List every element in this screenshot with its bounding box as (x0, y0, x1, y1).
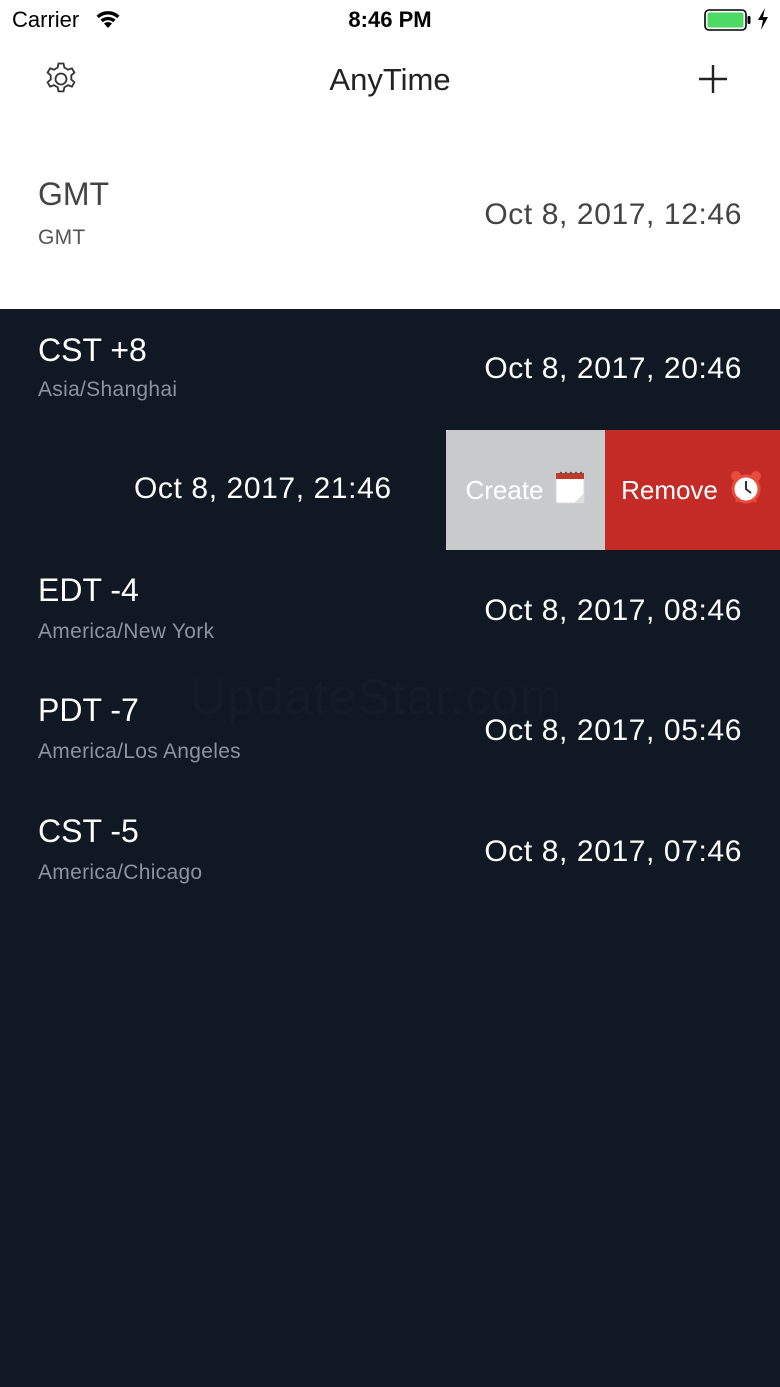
navigation-bar: AnyTime (0, 48, 780, 112)
notepad-icon (554, 469, 586, 512)
timezone-abbreviation: CST +8 (38, 332, 147, 368)
timezone-time: Oct 8, 2017, 12:46 (484, 198, 742, 231)
timezone-time: Oct 8, 2017, 21:46 (134, 472, 392, 505)
timezone-name: America/New York (38, 620, 215, 643)
create-button[interactable]: Create (446, 430, 605, 550)
page-title: AnyTime (329, 62, 451, 97)
status-clock: 8:46 PM (348, 7, 432, 32)
swiped-timezone-row[interactable]: Oct 8, 2017, 21:46 Create Remove (0, 430, 780, 550)
timezone-name: GMT (38, 226, 86, 249)
timezone-name: America/Los Angeles (38, 740, 241, 763)
timezone-time: Oct 8, 2017, 20:46 (484, 352, 742, 385)
timezone-name: Asia/Shanghai (38, 378, 178, 401)
timezone-abbreviation: PDT -7 (38, 692, 139, 728)
charging-bolt-icon (756, 7, 770, 36)
timezone-time: Oct 8, 2017, 08:46 (484, 594, 742, 627)
timezone-abbreviation: CST -5 (38, 813, 139, 849)
alarm-clock-icon (728, 469, 764, 512)
timezone-time: Oct 8, 2017, 07:46 (484, 835, 742, 868)
timezone-row[interactable]: PDT -7 America/Los Angeles Oct 8, 2017, … (0, 670, 780, 790)
timezone-abbreviation: EDT -4 (38, 572, 139, 608)
battery-icon (704, 9, 752, 36)
header-area: Carrier 8:46 PM AnyTime GMT GMT Oct 8, 2… (0, 0, 780, 309)
timezone-name: America/Chicago (38, 861, 203, 884)
create-label: Create (465, 474, 544, 505)
timezone-row[interactable]: CST -5 America/Chicago Oct 8, 2017, 07:4… (0, 791, 780, 911)
timezone-abbreviation: GMT (38, 176, 110, 212)
plus-icon[interactable] (696, 62, 730, 96)
timezone-row[interactable]: CST +8 Asia/Shanghai Oct 8, 2017, 20:46 (0, 310, 780, 430)
timezone-row[interactable]: EDT -4 America/New York Oct 8, 2017, 08:… (0, 550, 780, 670)
remove-label: Remove (621, 474, 718, 505)
remove-button[interactable]: Remove (605, 430, 780, 550)
timezone-time: Oct 8, 2017, 05:46 (484, 714, 742, 747)
status-bar: Carrier 8:46 PM (0, 0, 780, 40)
app-screen: Carrier 8:46 PM AnyTime GMT GMT Oct 8, 2… (0, 0, 780, 1387)
timezone-row-gmt[interactable]: GMT GMT Oct 8, 2017, 12:46 (0, 150, 780, 290)
